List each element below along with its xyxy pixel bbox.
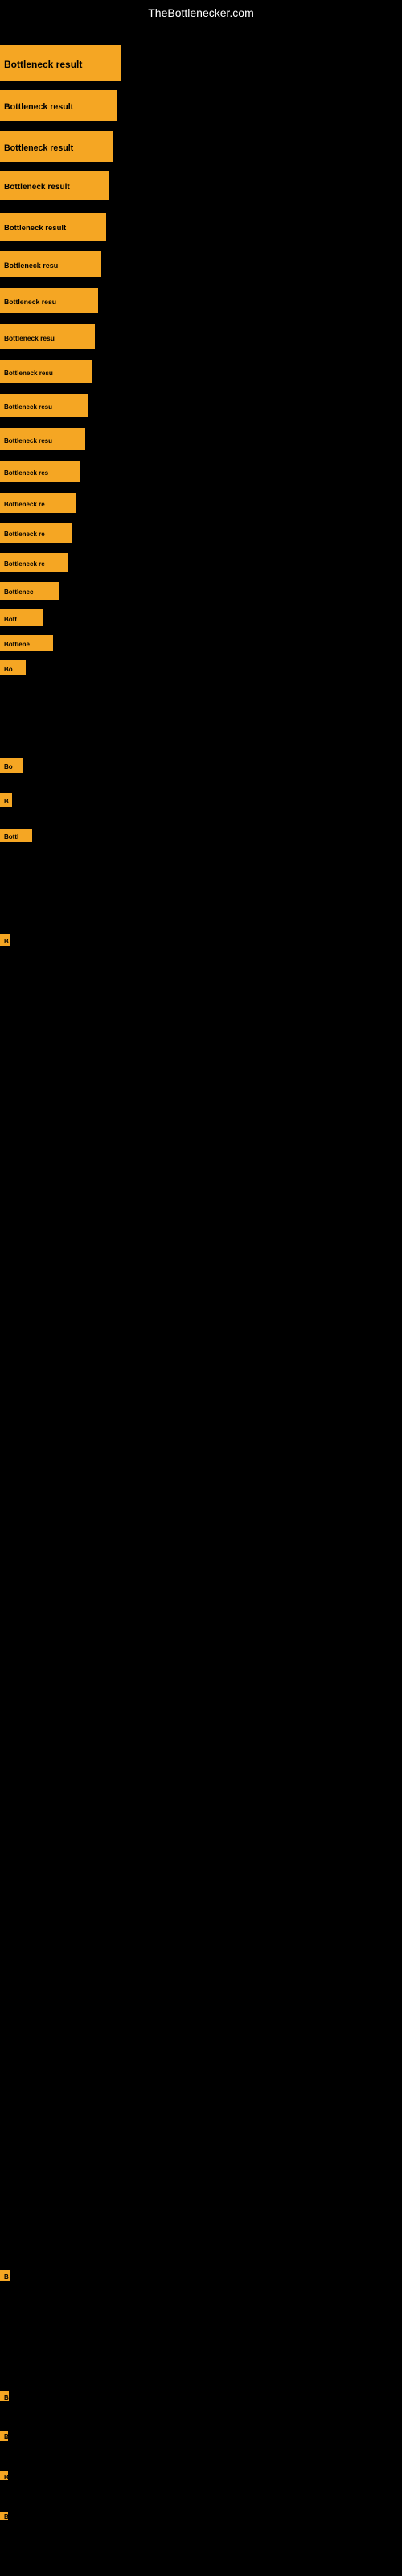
bottleneck-badge: Bottleneck result [0,171,109,200]
bottleneck-badge: Bottleneck result [0,90,117,121]
bottleneck-badge: B [0,2431,8,2441]
bottleneck-badge: B [0,2512,8,2520]
bottleneck-badge: Bottlenec [0,582,59,600]
bottleneck-badge: B [0,793,12,807]
bottleneck-badge: Bo [0,660,26,675]
bottleneck-badge: Bottleneck resu [0,360,92,383]
bottleneck-badge: Bottlene [0,635,53,651]
bottleneck-badge: Bottleneck re [0,493,76,513]
bottleneck-badge: Bo [0,758,23,773]
bottleneck-badge: B [0,2270,10,2281]
bottleneck-badge: B [0,934,10,946]
bottleneck-badge: B [0,2391,9,2401]
bottleneck-badge: Bottleneck resu [0,428,85,450]
bottleneck-badge: Bottleneck result [0,213,106,241]
bottleneck-badge: Bottleneck result [0,45,121,80]
bottleneck-badge: Bott [0,609,43,626]
bottleneck-badge: Bottleneck re [0,523,72,543]
bottleneck-badge: Bottleneck resu [0,288,98,313]
bottleneck-badge: Bottleneck result [0,131,113,162]
bottleneck-badge: Bottleneck re [0,553,68,572]
bottleneck-badge: B [0,2471,8,2480]
bottleneck-badge: Bottleneck resu [0,251,101,277]
bottleneck-badge: Bottleneck resu [0,394,88,417]
bottleneck-badge: Bottl [0,829,32,842]
bottleneck-badge: Bottleneck res [0,461,80,482]
bottleneck-badge: Bottleneck resu [0,324,95,349]
